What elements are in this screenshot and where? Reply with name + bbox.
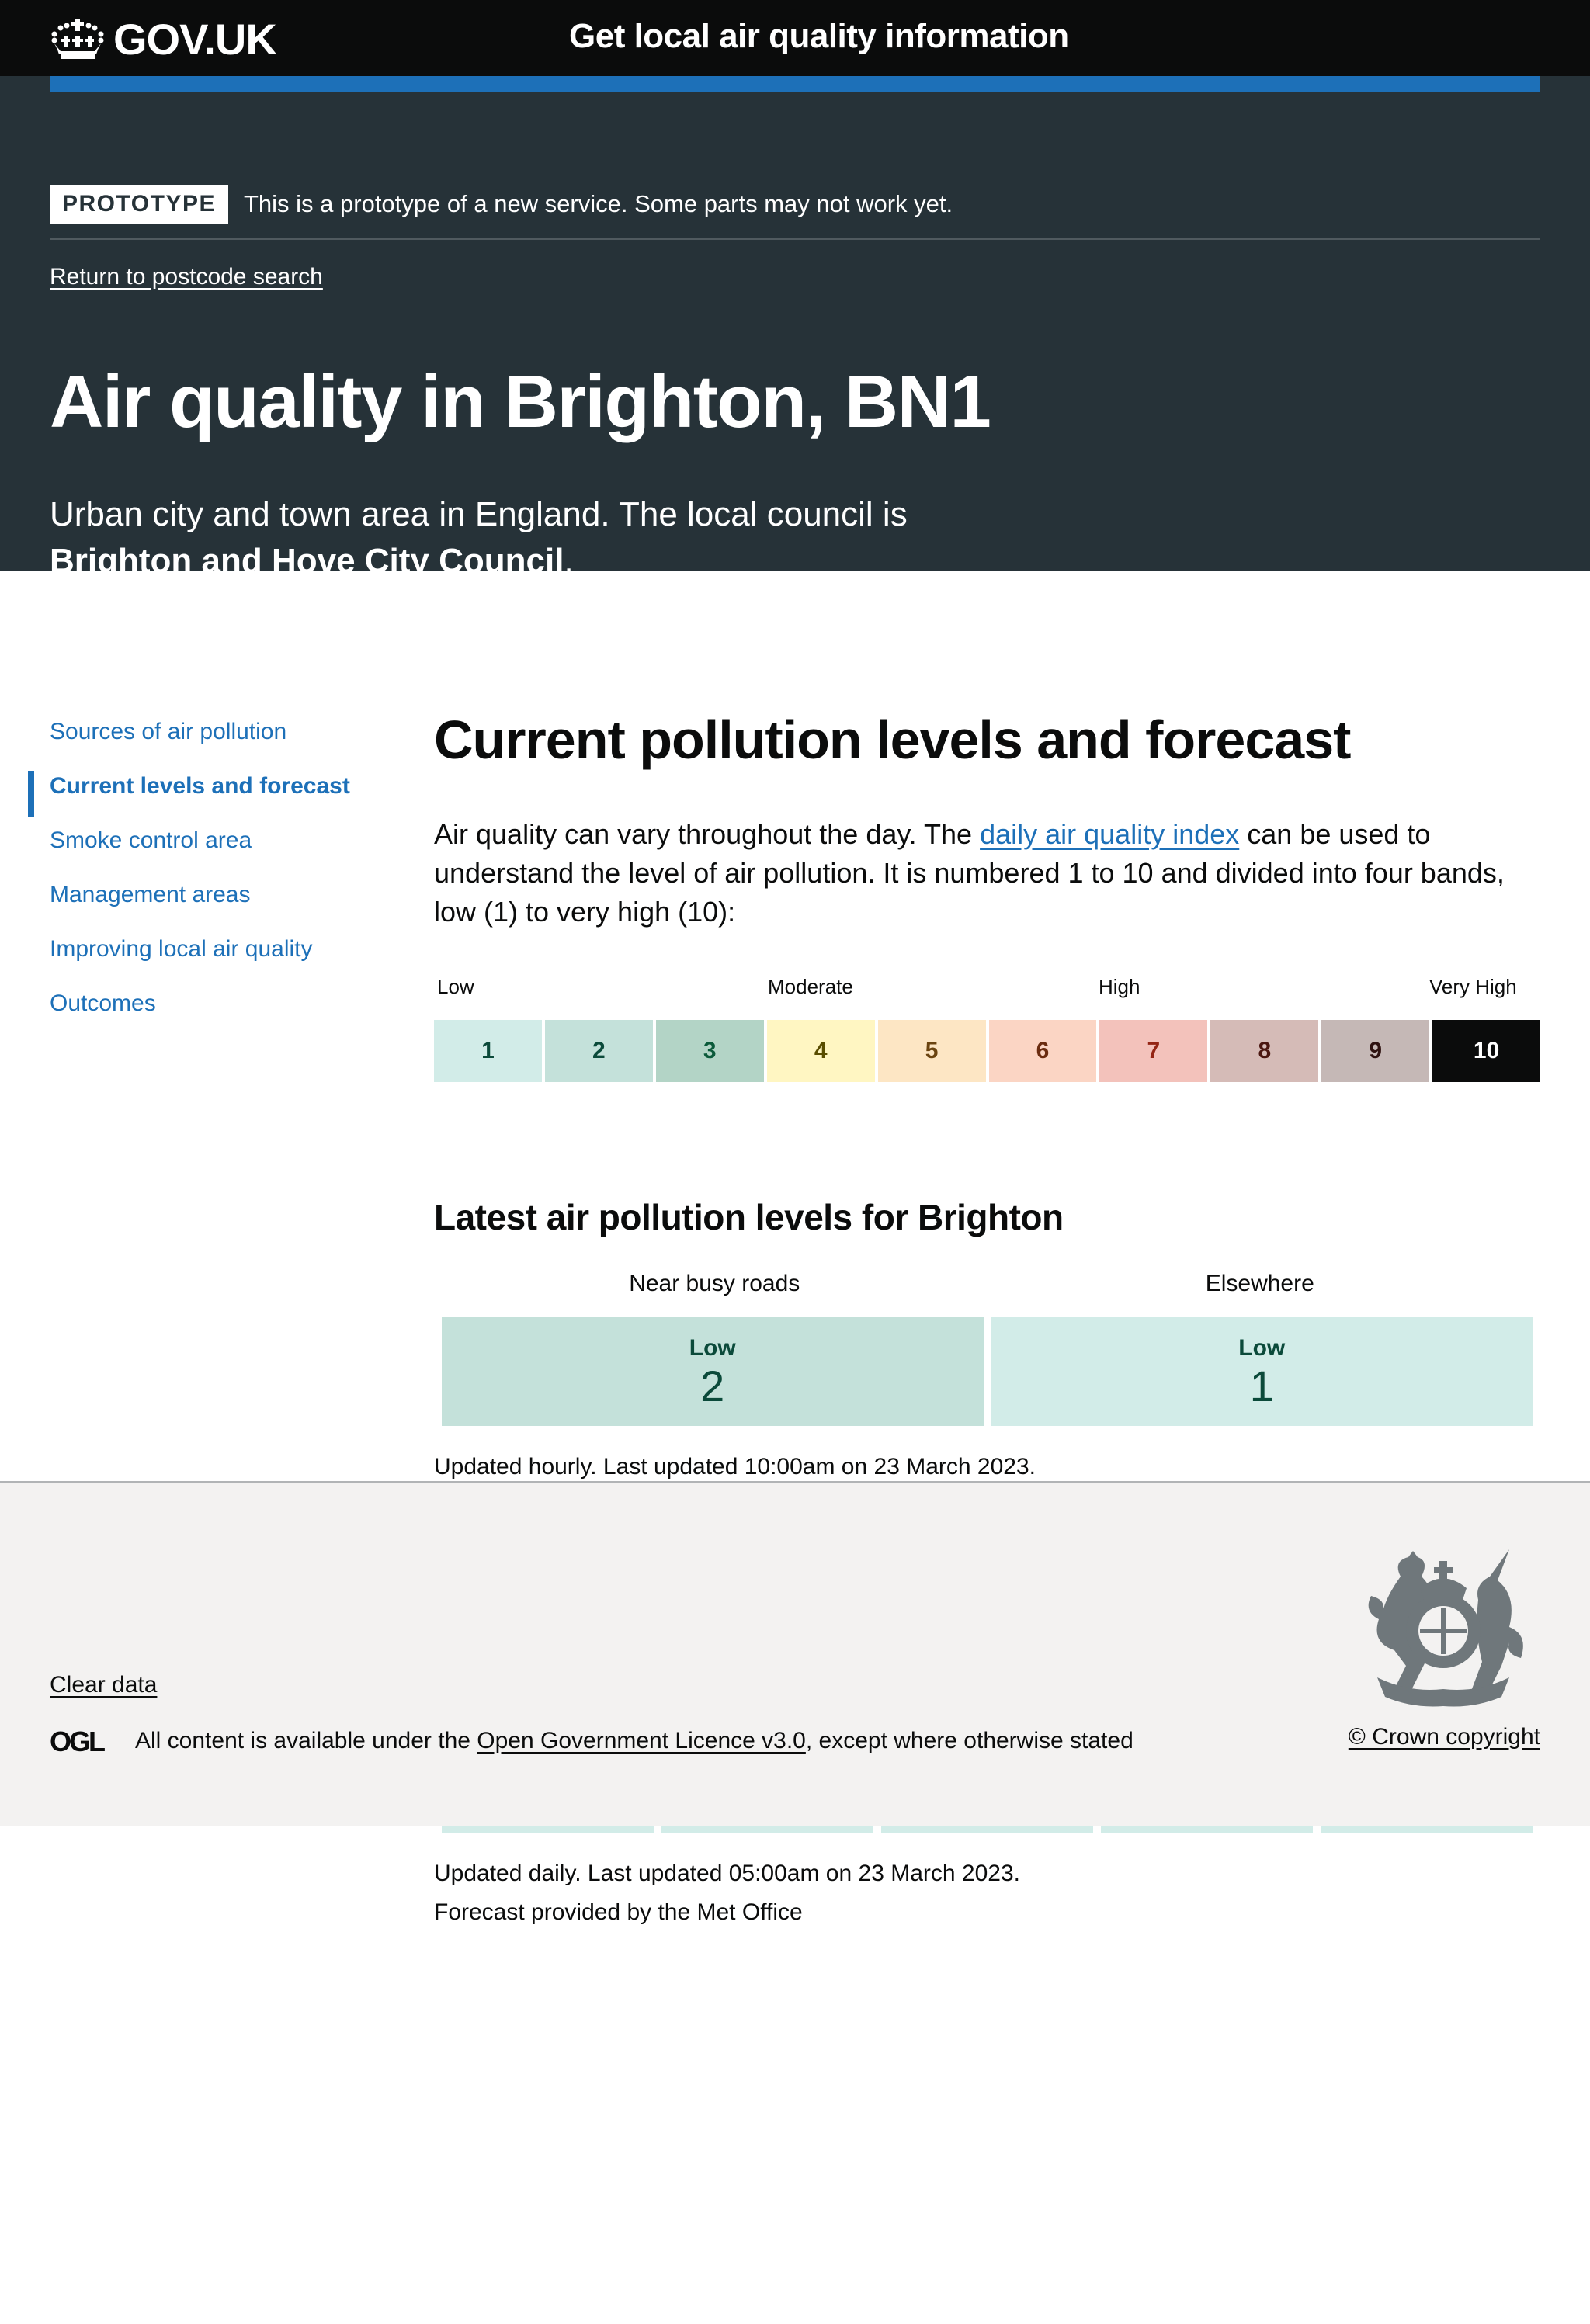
daily-air-quality-index-link[interactable]: daily air quality index (980, 818, 1239, 850)
scale-band-labels: Low Moderate High Very High (434, 975, 1540, 1006)
sidebar-item-sources[interactable]: Sources of air pollution (50, 713, 350, 767)
air-quality-index-scale: 1 2 3 4 5 6 7 8 9 10 (434, 1020, 1541, 1082)
forecast-provider: Forecast provided by the Met Office (434, 1899, 803, 1925)
service-name-link[interactable]: Get local air quality information (569, 17, 1069, 56)
scale-level-9: 9 (1321, 1020, 1430, 1082)
latest-level-tiles: Low 2 Low 1 (434, 1317, 1540, 1426)
govuk-logo-text: GOV.UK (113, 15, 277, 64)
scale-level-4: 4 (766, 1020, 875, 1082)
latest-level-index-value: 2 (700, 1361, 725, 1410)
latest-level-label: Near busy roads (629, 1271, 800, 1296)
scale-level-3: 3 (655, 1020, 764, 1082)
side-navigation: Sources of air pollution Current levels … (28, 713, 350, 1039)
govuk-header: GOV.UK Get local air quality information (0, 0, 1590, 76)
clear-data-link[interactable]: Clear data (50, 1672, 157, 1698)
intro-paragraph: Air quality can vary throughout the day.… (434, 815, 1536, 931)
licence-text-end: , except where otherwise stated (805, 1728, 1133, 1753)
sidebar-item-current-levels[interactable]: Current levels and forecast (28, 767, 350, 821)
intro-text-start: Air quality can vary throughout the day.… (434, 818, 981, 850)
latest-level-band: Low (689, 1335, 736, 1361)
sidebar-item-outcomes[interactable]: Outcomes (50, 984, 350, 1039)
latest-level-band: Low (1238, 1335, 1286, 1361)
scale-level-7: 7 (1099, 1020, 1208, 1082)
govuk-logo-link[interactable]: GOV.UK (50, 14, 277, 64)
ogl-logo-icon: OGL (50, 1728, 107, 1754)
licence-text-start: All content is available under the (135, 1728, 477, 1753)
band-label-high: High (1099, 975, 1140, 998)
crown-copyright-link[interactable]: © Crown copyright (1349, 1724, 1540, 1750)
scale-level-10: 10 (1432, 1020, 1541, 1082)
latest-level-index-value: 1 (1249, 1361, 1274, 1410)
crown-icon (51, 18, 104, 59)
latest-level-tile: Low 2 (442, 1317, 984, 1426)
svg-text:OGL: OGL (50, 1728, 105, 1754)
sidebar-item-improving[interactable]: Improving local air quality (50, 930, 350, 984)
latest-levels-section: Latest air pollution levels for Brighton… (434, 1196, 1540, 1486)
band-label-moderate: Moderate (768, 975, 853, 998)
scale-level-8: 8 (1210, 1020, 1319, 1082)
scale-level-5: 5 (877, 1020, 986, 1082)
band-label-very-high: Very High (1429, 975, 1517, 998)
scale-level-2: 2 (544, 1020, 653, 1082)
section-title: Current pollution levels and forecast (434, 709, 1351, 770)
latest-levels-title: Latest air pollution levels for Brighton (434, 1197, 1064, 1237)
licence-statement: OGL All content is available under the O… (50, 1728, 1133, 1754)
sidebar-item-management-areas[interactable]: Management areas (50, 876, 350, 930)
scale-level-1: 1 (434, 1020, 542, 1082)
scale-level-6: 6 (988, 1020, 1097, 1082)
licence-text: All content is available under the Open … (135, 1728, 1133, 1754)
band-label-low: Low (437, 975, 474, 998)
page-body: Sources of air pollution Current levels … (0, 76, 1590, 1925)
forecast-updated-note: Updated daily. Last updated 05:00am on 2… (434, 1861, 1020, 1886)
govuk-footer: Clear data OGL All content is available … (0, 1481, 1590, 1826)
latest-level-label: Elsewhere (1205, 1271, 1314, 1296)
open-government-licence-link[interactable]: Open Government Licence v3.0 (477, 1728, 806, 1753)
royal-coat-of-arms-icon (1368, 1549, 1523, 1707)
latest-level-tile: Low 1 (991, 1317, 1533, 1426)
sidebar-item-smoke-control[interactable]: Smoke control area (50, 821, 350, 876)
latest-column-labels: Near busy roads Elsewhere (434, 1271, 1540, 1297)
